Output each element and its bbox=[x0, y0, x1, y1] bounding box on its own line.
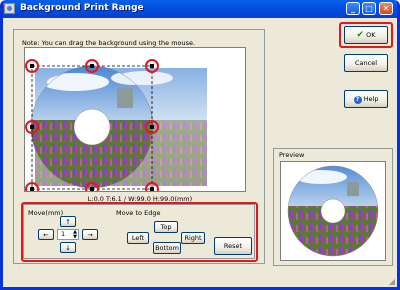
close-button[interactable]: ✕ bbox=[379, 2, 393, 15]
title-bar[interactable]: Background Print Range _ □ ✕ bbox=[3, 0, 397, 18]
move-amount-stepper[interactable]: 1 ▲ ▼ bbox=[57, 229, 79, 240]
help-button[interactable]: ? Help bbox=[344, 90, 388, 108]
disc-hole bbox=[73, 108, 111, 146]
handle-left[interactable] bbox=[30, 125, 34, 129]
checkmark-icon: ✔ bbox=[356, 30, 365, 40]
move-amount-value[interactable]: 1 bbox=[61, 230, 65, 238]
reset-button[interactable]: Reset bbox=[214, 237, 252, 255]
canvas-drawing[interactable] bbox=[25, 48, 245, 196]
handle-bottom[interactable] bbox=[90, 187, 94, 191]
preview-panel: Preview bbox=[273, 148, 393, 266]
print-range-panel: Note: You can drag the background using … bbox=[13, 29, 265, 264]
drag-note: Note: You can drag the background using … bbox=[22, 39, 196, 47]
status-bar: ◢ bbox=[3, 272, 397, 287]
handle-top[interactable] bbox=[90, 64, 94, 68]
move-to-edge-label: Move to Edge bbox=[116, 209, 161, 217]
edge-left-button[interactable]: Left bbox=[127, 232, 149, 244]
move-up-button[interactable]: ↑ bbox=[60, 216, 76, 227]
edge-right-button[interactable]: Right bbox=[181, 232, 205, 244]
dialog-window: Background Print Range _ □ ✕ Note: You c… bbox=[0, 0, 400, 290]
move-left-button[interactable]: ← bbox=[38, 229, 54, 240]
background-canvas[interactable] bbox=[24, 47, 246, 196]
help-icon: ? bbox=[353, 95, 362, 104]
edge-bottom-button[interactable]: Bottom bbox=[153, 242, 181, 254]
stepper-down-icon[interactable]: ▼ bbox=[73, 234, 77, 240]
move-label: Move(mm) bbox=[28, 209, 64, 217]
ok-button[interactable]: ✔ OK bbox=[344, 26, 388, 44]
preview-label: Preview bbox=[279, 151, 305, 159]
preview-area bbox=[280, 161, 386, 261]
app-icon bbox=[4, 3, 15, 14]
handle-bottom-left[interactable] bbox=[30, 187, 34, 191]
help-label: Help bbox=[363, 94, 379, 103]
move-right-button[interactable]: → bbox=[82, 229, 98, 240]
window-title: Background Print Range bbox=[20, 3, 144, 13]
handle-bottom-right[interactable] bbox=[150, 187, 154, 191]
resize-grip-icon[interactable]: ◢ bbox=[389, 277, 395, 286]
handle-right[interactable] bbox=[150, 125, 154, 129]
move-panel: Move(mm) ↑ ← 1 ▲ ▼ → ↓ Move to Edge Top … bbox=[23, 204, 255, 259]
move-down-button[interactable]: ↓ bbox=[60, 242, 76, 253]
preview-disc bbox=[287, 165, 379, 257]
handle-top-right[interactable] bbox=[150, 64, 154, 68]
edge-top-button[interactable]: Top bbox=[154, 221, 178, 233]
maximize-button[interactable]: □ bbox=[362, 2, 376, 15]
ok-label: OK bbox=[366, 31, 376, 39]
handle-top-left[interactable] bbox=[30, 64, 34, 68]
cancel-button[interactable]: Cancel bbox=[344, 54, 388, 72]
minimize-button[interactable]: _ bbox=[346, 2, 360, 15]
